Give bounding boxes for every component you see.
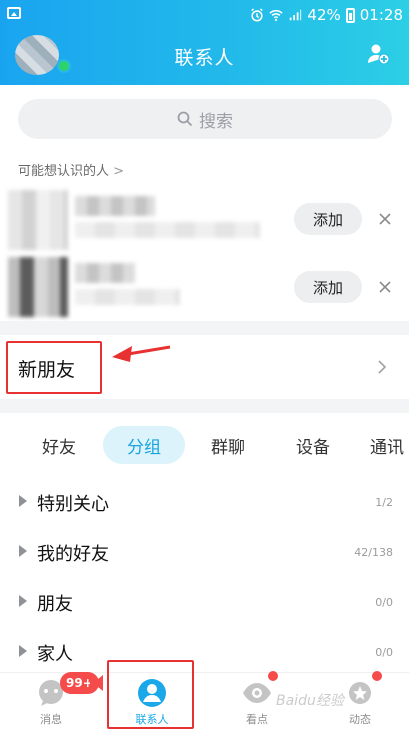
expand-arrow-icon xyxy=(19,545,27,557)
group-row[interactable]: 特别关心 1/2 xyxy=(0,482,409,522)
annotation-highlight-box xyxy=(6,341,102,394)
new-content-dot xyxy=(372,671,382,681)
signal-icon xyxy=(290,9,302,21)
new-content-dot xyxy=(268,671,278,681)
group-name: 我的好友 xyxy=(37,544,109,565)
expand-arrow-icon xyxy=(19,645,27,657)
may-know-label: 可能想认识的人 xyxy=(18,164,110,179)
page-title: 联系人 xyxy=(174,47,235,69)
nav-label: 看点 xyxy=(246,713,268,726)
recommendation-name-blurred xyxy=(75,196,155,216)
nav-label: 动态 xyxy=(349,713,371,726)
search-placeholder: 搜索 xyxy=(199,111,233,132)
battery-percent: 42% xyxy=(307,6,341,24)
group-row[interactable]: 我的好友 42/138 xyxy=(0,532,409,572)
clock-time: 01:28 xyxy=(359,6,403,24)
tab-friends[interactable]: 好友 xyxy=(28,426,90,464)
unread-count: 99+ xyxy=(66,676,93,690)
group-name: 朋友 xyxy=(37,594,73,615)
group-count: 1/2 xyxy=(375,496,393,509)
recommendation-avatar xyxy=(8,190,68,250)
watermark: Baidu经验 xyxy=(276,693,344,709)
contacts-tabs: 好友 分组 群聊 设备 通讯 xyxy=(0,426,409,464)
recommendation-avatar xyxy=(8,257,68,317)
nav-label: 消息 xyxy=(40,713,62,726)
close-icon[interactable] xyxy=(376,210,394,228)
gallery-notification-icon xyxy=(7,7,21,19)
annotation-arrow-icon xyxy=(112,345,171,362)
tab-groups[interactable]: 分组 xyxy=(103,426,185,464)
people-you-may-know-link[interactable]: 可能想认识的人 > xyxy=(18,160,124,179)
app-header: 42% 01:28 联系人 xyxy=(0,0,409,85)
status-right-group: 42% 01:28 xyxy=(250,5,403,25)
group-count: 42/138 xyxy=(354,546,393,559)
group-name: 家人 xyxy=(37,644,73,665)
search-input[interactable]: 搜索 xyxy=(18,99,392,139)
status-bar: 42% 01:28 xyxy=(0,0,409,30)
add-contact-button[interactable]: 添加 xyxy=(294,271,362,303)
section-divider xyxy=(0,399,409,413)
expand-arrow-icon xyxy=(19,595,27,607)
group-row[interactable]: 家人 0/0 xyxy=(0,632,409,672)
chevron-right-icon: > xyxy=(113,164,125,179)
badge-tail-icon xyxy=(90,675,103,691)
group-name: 特别关心 xyxy=(37,494,109,515)
group-count: 0/0 xyxy=(375,646,393,659)
wifi-icon xyxy=(269,10,284,21)
search-icon xyxy=(177,111,193,127)
battery-icon xyxy=(345,7,355,23)
close-icon[interactable] xyxy=(376,278,394,296)
eye-icon xyxy=(243,683,271,703)
tab-contacts[interactable]: 通讯 xyxy=(370,426,409,464)
tab-devices[interactable]: 设备 xyxy=(282,426,344,464)
group-count: 0/0 xyxy=(375,596,393,609)
add-friend-icon[interactable] xyxy=(366,42,390,66)
recommendation-subtitle-blurred xyxy=(75,222,260,238)
star-planet-icon xyxy=(349,682,371,704)
chevron-right-icon xyxy=(378,360,387,374)
add-contact-button[interactable]: 添加 xyxy=(294,203,362,235)
recommendation-subtitle-blurred xyxy=(75,289,180,305)
annotation-highlight-box xyxy=(107,660,194,729)
group-row[interactable]: 朋友 0/0 xyxy=(0,582,409,622)
recommendation-name-blurred xyxy=(75,263,135,283)
tab-group-chats[interactable]: 群聊 xyxy=(197,426,259,464)
expand-arrow-icon xyxy=(19,495,27,507)
alarm-icon xyxy=(251,8,264,22)
section-divider xyxy=(0,321,409,335)
